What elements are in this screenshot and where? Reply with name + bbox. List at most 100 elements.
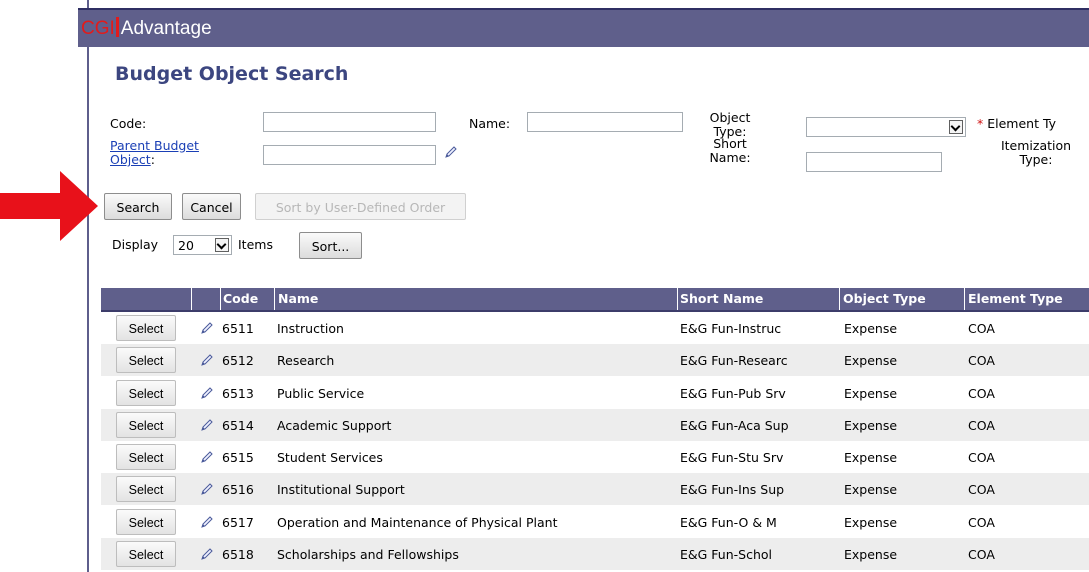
logo-bar (115, 17, 119, 37)
short-name-label-line1: Short (713, 136, 747, 151)
app-logo: CGI Advantage (81, 16, 212, 42)
cell-short-name: E&G Fun-Aca Sup (680, 418, 789, 433)
pencil-icon[interactable] (443, 144, 459, 164)
cell-name: Research (277, 353, 335, 368)
cell-code: 6511 (222, 321, 254, 336)
column-separator (964, 288, 965, 310)
table-row: Select 6511 Instruction E&G Fun-Instruc … (101, 312, 1089, 344)
element-type-label: * Element Ty (977, 117, 1056, 131)
table-row: Select 6513 Public Service E&G Fun-Pub S… (101, 377, 1089, 409)
results-grid-header: Code Name Short Name Object Type Element… (101, 288, 1089, 312)
short-name-input[interactable] (806, 152, 942, 172)
object-type-label: Object Type: (708, 111, 752, 139)
pencil-icon[interactable] (199, 514, 215, 534)
select-button[interactable]: Select (116, 444, 176, 470)
table-row: Select 6514 Academic Support E&G Fun-Aca… (101, 409, 1089, 441)
cell-name: Operation and Maintenance of Physical Pl… (277, 515, 558, 530)
column-header-object-type[interactable]: Object Type (843, 291, 926, 306)
column-separator (191, 288, 192, 310)
itemization-type-label: Itemization Type: (998, 139, 1074, 167)
cell-object-type: Expense (844, 450, 898, 465)
cell-short-name: E&G Fun-Instruc (680, 321, 782, 336)
cell-object-type: Expense (844, 482, 898, 497)
cell-short-name: E&G Fun-Ins Sup (680, 482, 785, 497)
cell-element-type: COA (968, 353, 995, 368)
cell-name: Academic Support (277, 418, 392, 433)
cell-code: 6512 (222, 353, 254, 368)
app-header: CGI Advantage (78, 8, 1089, 47)
cell-object-type: Expense (844, 386, 898, 401)
pencil-icon[interactable] (199, 449, 215, 469)
cell-object-type: Expense (844, 321, 898, 336)
object-type-label-line1: Object (709, 110, 751, 125)
name-label: Name: (469, 116, 511, 131)
search-button[interactable]: Search (104, 193, 172, 220)
select-button[interactable]: Select (116, 412, 176, 438)
display-count-select[interactable]: 20 (173, 235, 232, 255)
cell-short-name: E&G Fun-Stu Srv (680, 450, 784, 465)
code-input[interactable] (263, 112, 436, 132)
parent-budget-object-label[interactable]: Parent Budget Object: (110, 139, 199, 167)
select-button[interactable]: Select (116, 476, 176, 502)
cell-name: Scholarships and Fellowships (277, 547, 459, 562)
name-input[interactable] (527, 112, 683, 132)
cell-element-type: COA (968, 386, 995, 401)
cell-object-type: Expense (844, 515, 898, 530)
pencil-icon[interactable] (199, 546, 215, 566)
short-name-label-line2: Name: (709, 150, 751, 165)
code-label: Code: (110, 116, 147, 131)
display-label: Display (112, 237, 159, 252)
items-label: Items (238, 237, 273, 252)
select-button[interactable]: Select (116, 509, 176, 535)
cell-object-type: Expense (844, 547, 898, 562)
cell-name: Institutional Support (277, 482, 405, 497)
sort-button[interactable]: Sort... (299, 232, 362, 259)
sort-user-defined-order-button[interactable]: Sort by User-Defined Order (255, 193, 466, 220)
element-type-label-text: Element Ty (987, 116, 1057, 131)
cell-name: Student Services (277, 450, 383, 465)
cell-short-name: E&G Fun-O & M (680, 515, 777, 530)
logo-brand: CGI (81, 18, 115, 39)
column-header-short-name[interactable]: Short Name (680, 291, 763, 306)
cell-code: 6515 (222, 450, 254, 465)
left-border (87, 0, 89, 572)
pencil-icon[interactable] (199, 385, 215, 405)
pencil-icon[interactable] (199, 352, 215, 372)
table-row: Select 6518 Scholarships and Fellowships… (101, 538, 1089, 570)
column-header-element-type[interactable]: Element Type (968, 291, 1063, 306)
logo-name: Advantage (120, 18, 212, 39)
parent-budget-object-link-line1[interactable]: Parent Budget (110, 138, 199, 153)
cell-element-type: COA (968, 450, 995, 465)
table-row: Select 6515 Student Services E&G Fun-Stu… (101, 441, 1089, 473)
cell-name: Instruction (277, 321, 344, 336)
column-separator (677, 288, 678, 310)
cell-code: 6513 (222, 386, 254, 401)
object-type-select[interactable] (806, 117, 966, 137)
cell-code: 6517 (222, 515, 254, 530)
parent-budget-object-link-line2[interactable]: Object (110, 152, 151, 167)
required-marker: * (977, 116, 984, 131)
cell-object-type: Expense (844, 418, 898, 433)
parent-budget-object-input[interactable] (263, 145, 436, 165)
chevron-down-icon (215, 238, 229, 252)
cancel-button[interactable]: Cancel (182, 193, 241, 220)
cell-element-type: COA (968, 547, 995, 562)
cell-code: 6518 (222, 547, 254, 562)
itemization-type-label-line2: Type: (1019, 152, 1053, 167)
pencil-icon[interactable] (199, 481, 215, 501)
table-row: Select 6512 Research E&G Fun-Researc Exp… (101, 344, 1089, 376)
select-button[interactable]: Select (116, 380, 176, 406)
select-button[interactable]: Select (116, 315, 176, 341)
pencil-icon[interactable] (199, 417, 215, 437)
short-name-label: Short Name: (708, 137, 752, 165)
pencil-icon[interactable] (199, 320, 215, 340)
cell-short-name: E&G Fun-Schol (680, 547, 773, 562)
column-header-name[interactable]: Name (278, 291, 318, 306)
select-button[interactable]: Select (116, 541, 176, 567)
cell-object-type: Expense (844, 353, 898, 368)
cell-element-type: COA (968, 418, 995, 433)
table-row: Select 6516 Institutional Support E&G Fu… (101, 473, 1089, 505)
select-button[interactable]: Select (116, 347, 176, 373)
cell-name: Public Service (277, 386, 365, 401)
column-header-code[interactable]: Code (223, 291, 258, 306)
